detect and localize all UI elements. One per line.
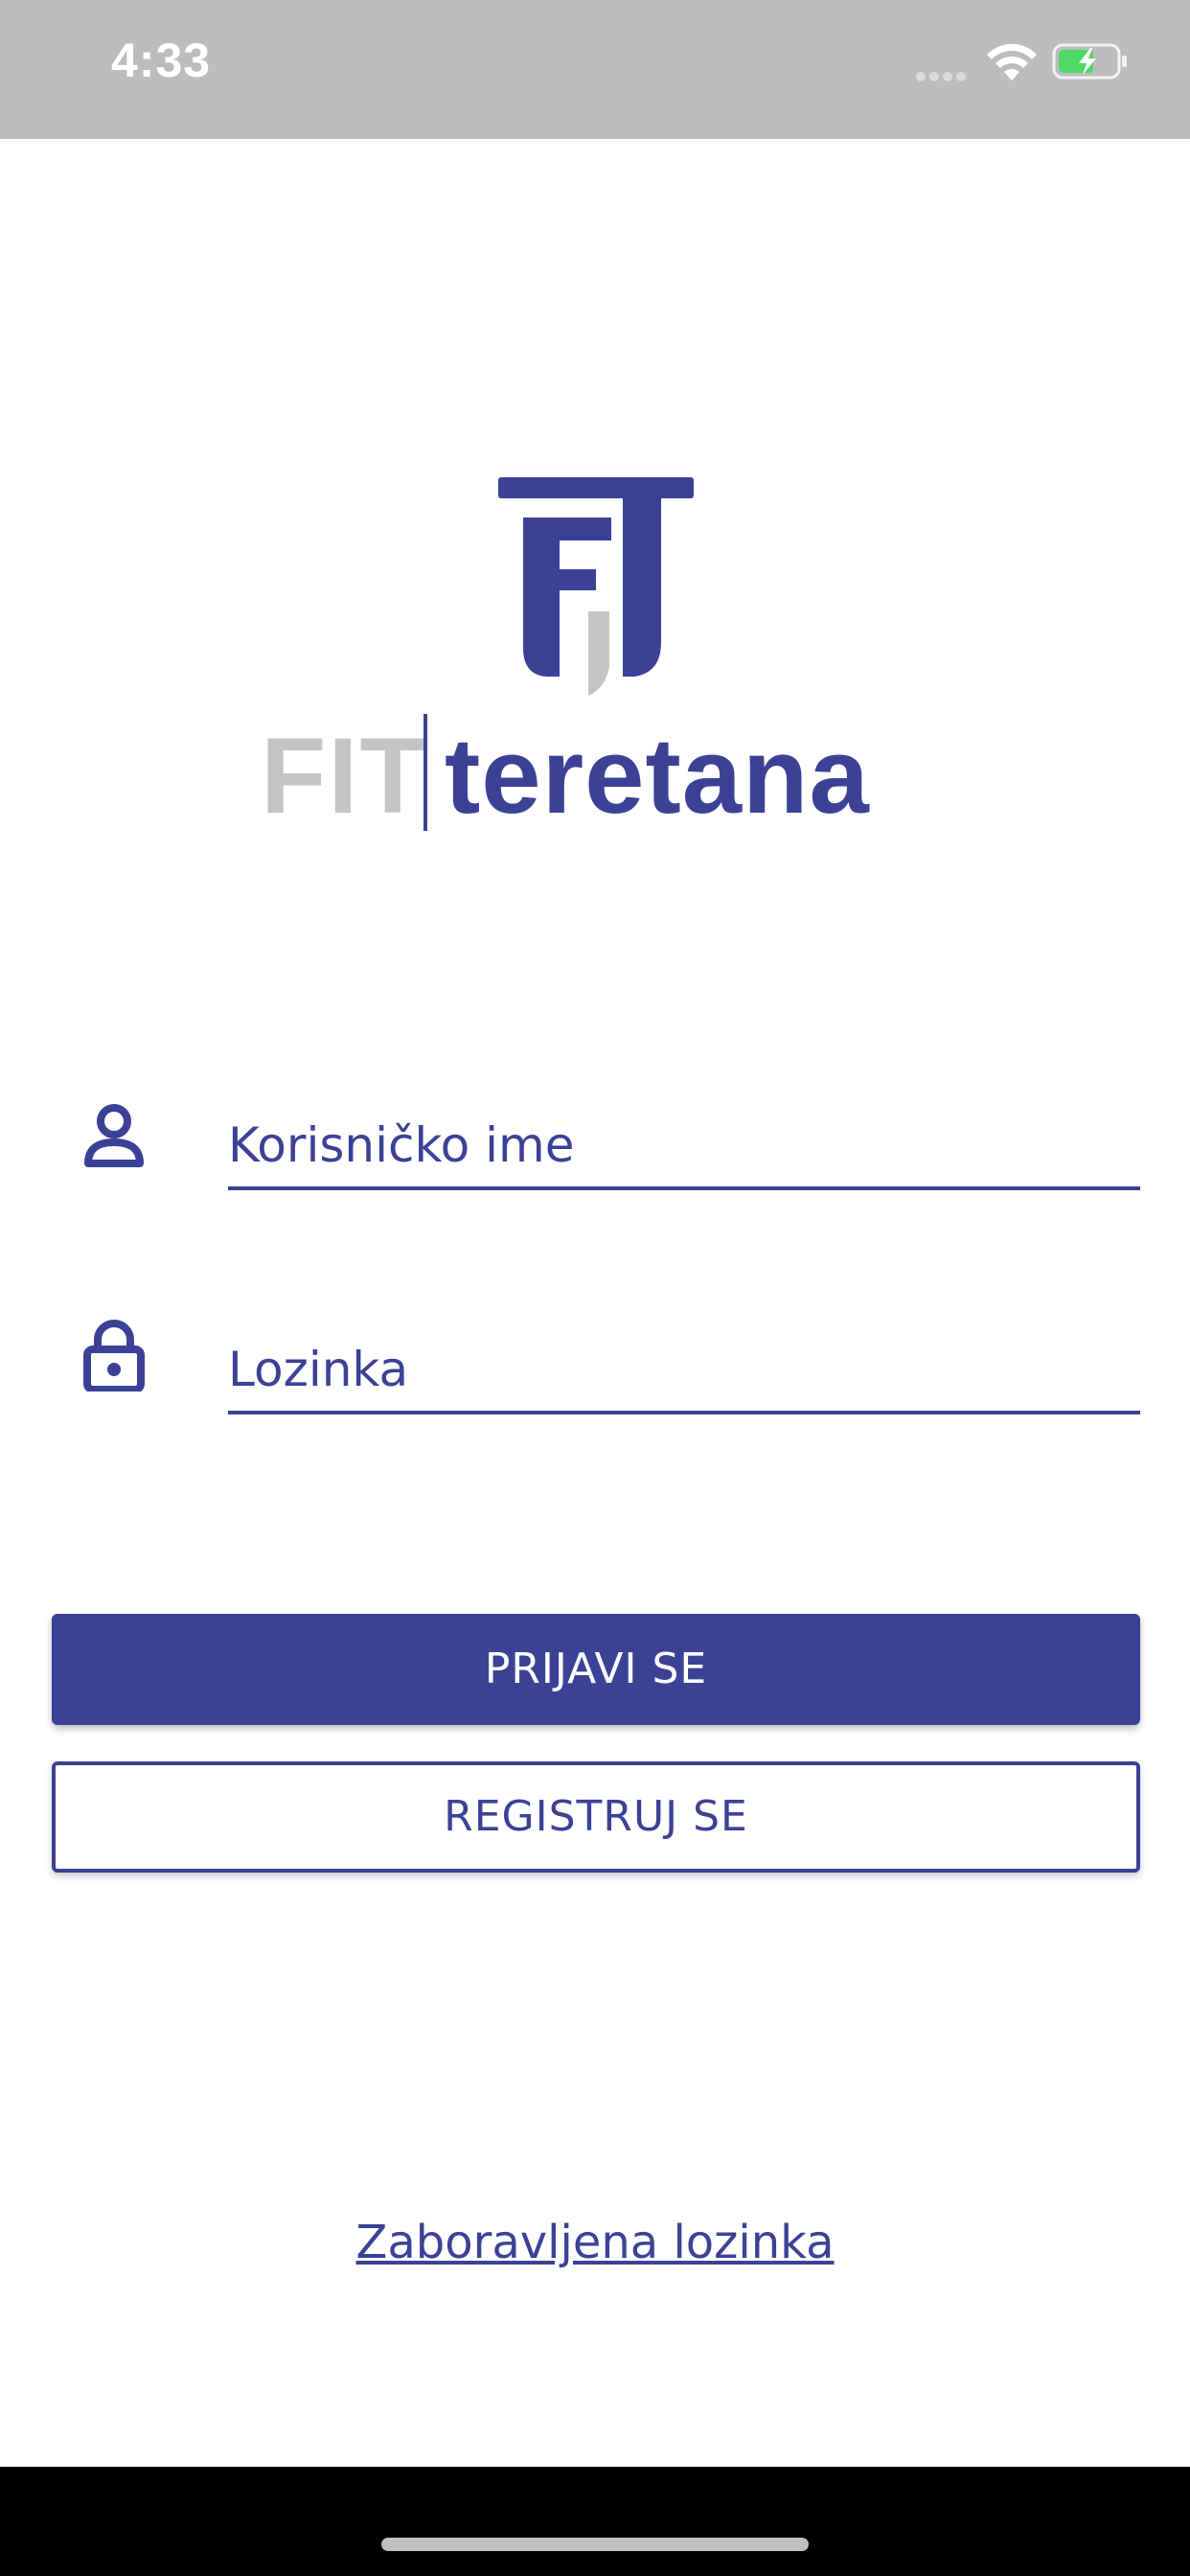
username-field-row: [0, 1073, 1190, 1208]
logo-teretana-text: teretana: [445, 716, 870, 836]
login-button[interactable]: PRIJAVI SE: [52, 1614, 1140, 1725]
status-bar: 4:33: [0, 0, 1190, 139]
logo-divider: [423, 714, 427, 831]
password-input[interactable]: [228, 1319, 1140, 1414]
wifi-icon: [987, 43, 1037, 80]
status-time: 4:33: [111, 34, 212, 87]
forgot-password-link[interactable]: Zaboravljena lozinka: [0, 2216, 1190, 2269]
home-bar: [0, 2467, 1190, 2576]
logo-fit-text: FIT: [261, 716, 427, 836]
logo-wordmark: FIT teretana: [259, 714, 949, 836]
username-input[interactable]: [228, 1094, 1140, 1190]
signal-dots-icon: [916, 69, 973, 81]
register-button[interactable]: REGISTRUJ SE: [52, 1761, 1140, 1873]
password-field-row: [0, 1298, 1190, 1432]
user-icon: [84, 1104, 144, 1167]
home-indicator[interactable]: [381, 2538, 809, 2551]
battery-charging-icon: [1052, 43, 1127, 80]
brand-logo: FIT teretana: [259, 470, 949, 836]
login-screen: 4:33 FIT teretana Korisničko ime PRIJAVI…: [0, 0, 1190, 2576]
lock-icon: [83, 1320, 145, 1392]
